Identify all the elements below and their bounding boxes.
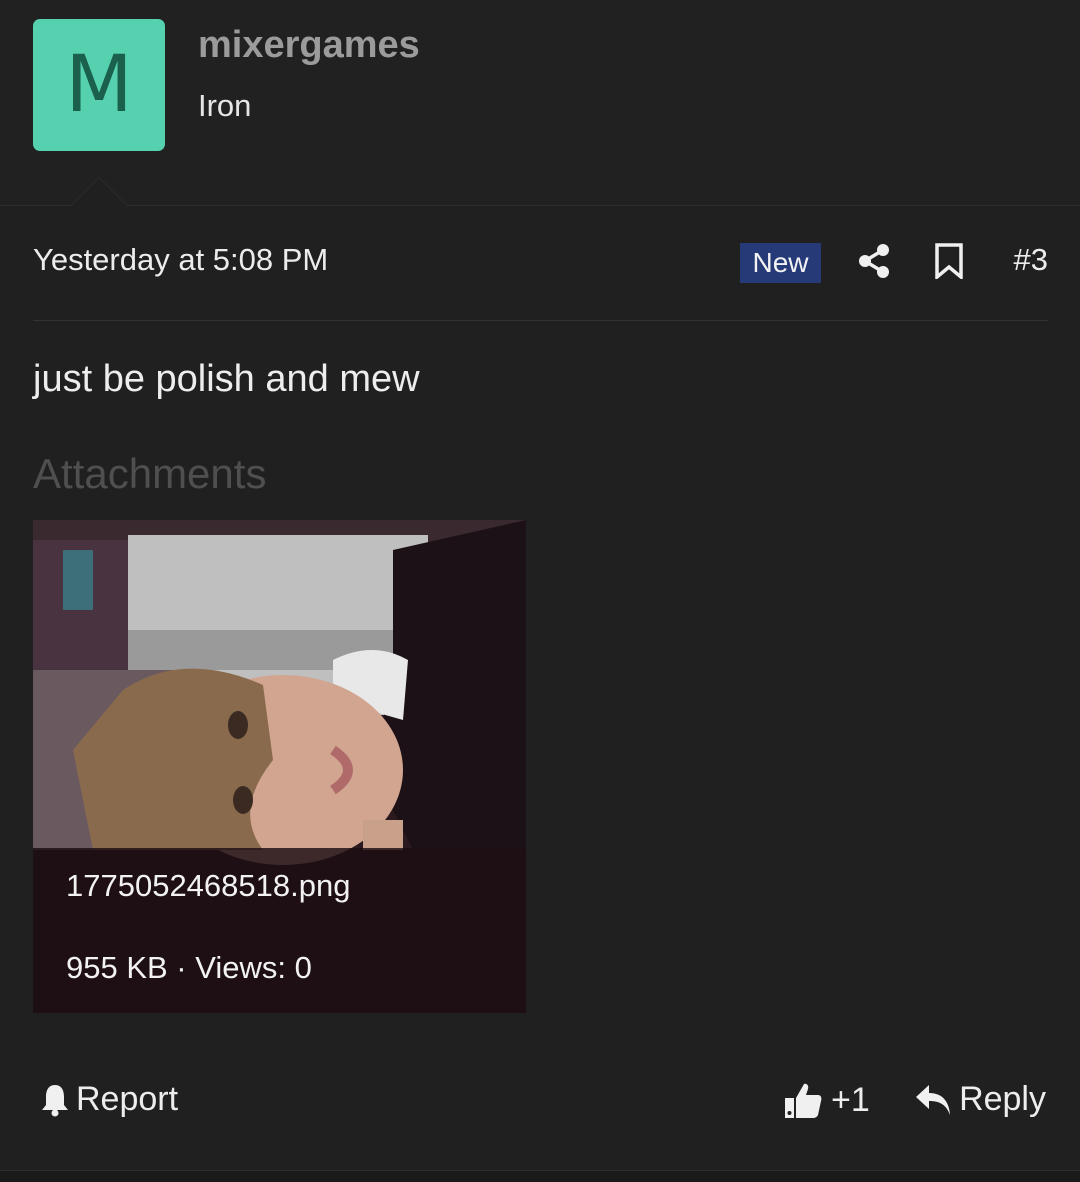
post-user-header: M mixergames Iron xyxy=(0,0,1080,206)
post-timestamp[interactable]: Yesterday at 5:08 PM xyxy=(33,242,328,278)
attachment-caption: 1775052468518.png 955 KB · Views: 0 xyxy=(33,848,526,1013)
like-count: +1 xyxy=(831,1080,870,1119)
thumbs-up-icon xyxy=(785,1083,822,1118)
attachment-meta: 955 KB · Views: 0 xyxy=(66,950,312,985)
new-badge: New xyxy=(740,243,821,283)
reply-label: Reply xyxy=(959,1080,1046,1118)
post-number-link[interactable]: #3 xyxy=(1014,242,1048,278)
username-link[interactable]: mixergames xyxy=(198,24,420,67)
header-pointer-arrow xyxy=(70,177,128,206)
forum-post: M mixergames Iron Yesterday at 5:08 PM N… xyxy=(0,0,1080,1182)
attachment-filename[interactable]: 1775052468518.png xyxy=(66,868,350,904)
attachments-heading: Attachments xyxy=(33,450,267,497)
attachment-thumbnail[interactable]: 1775052468518.png 955 KB · Views: 0 xyxy=(33,520,526,1013)
bell-icon xyxy=(42,1084,68,1116)
report-label: Report xyxy=(76,1080,179,1118)
like-button[interactable]: +1 xyxy=(783,1080,870,1120)
bookmark-icon[interactable] xyxy=(933,243,965,279)
avatar[interactable]: M xyxy=(33,19,165,151)
user-title: Iron xyxy=(198,88,252,123)
meta-divider xyxy=(33,320,1048,321)
reply-icon xyxy=(916,1084,951,1115)
reply-button[interactable]: Reply xyxy=(915,1080,1046,1119)
post-actions: Report +1 Reply xyxy=(33,1078,1048,1128)
share-icon[interactable] xyxy=(858,243,890,279)
post-meta-row: Yesterday at 5:08 PM New #3 xyxy=(33,232,1048,292)
report-button[interactable]: Report xyxy=(40,1080,178,1119)
post-message: just be polish and mew xyxy=(33,358,420,400)
post-bottom-border xyxy=(0,1170,1080,1182)
